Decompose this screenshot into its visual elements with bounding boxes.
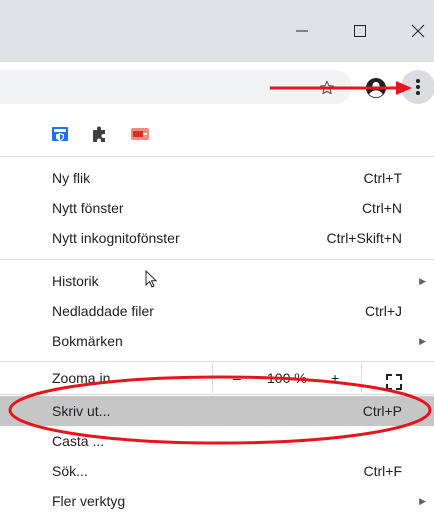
close-icon[interactable]	[398, 14, 434, 48]
vertical-dots-icon[interactable]	[401, 70, 434, 104]
menu-item-shortcut: Ctrl+P	[362, 403, 402, 419]
star-icon[interactable]	[316, 77, 338, 99]
maximize-icon[interactable]	[340, 14, 380, 48]
submenu-arrow-icon: ▶	[419, 276, 426, 286]
menu-item-label: Fler verktyg	[52, 493, 126, 509]
menu-item-shortcut: Ctrl+N	[361, 200, 402, 216]
shield-extension-icon[interactable]	[50, 124, 70, 144]
menu-item-new-window[interactable]: Nytt fönster Ctrl+N	[0, 193, 434, 223]
menu-item-zoom: Zooma in – 100 % +	[0, 363, 434, 393]
menu-item-print[interactable]: Skriv ut... Ctrl+P	[0, 396, 434, 426]
menu-item-label: Nytt fönster	[52, 200, 124, 216]
menu-item-more-tools[interactable]: Fler verktyg ▶	[0, 486, 434, 516]
submenu-arrow-icon: ▶	[419, 496, 426, 506]
menu-item-downloads[interactable]: Nedladdade filer Ctrl+J	[0, 296, 434, 326]
menu-item-label: Casta ...	[52, 433, 105, 449]
address-bar[interactable]	[0, 70, 352, 104]
puzzle-extension-icon[interactable]	[90, 124, 110, 144]
menu-separator	[0, 394, 434, 395]
mouse-cursor-icon	[145, 269, 158, 288]
menu-item-label: Zooma in	[52, 370, 111, 386]
pdf-extension-icon[interactable]	[130, 124, 150, 144]
menu-item-label: Bokmärken	[52, 333, 123, 349]
menu-item-new-tab[interactable]: Ny flik Ctrl+T	[0, 163, 434, 193]
menu-item-shortcut: Ctrl+F	[363, 463, 403, 479]
window-titlebar	[0, 0, 434, 62]
chrome-main-menu: Ny flik Ctrl+T Nytt fönster Ctrl+N Nytt …	[0, 156, 434, 510]
menu-item-label: Skriv ut...	[52, 403, 111, 419]
menu-item-label: Ny flik	[52, 170, 91, 186]
minimize-icon[interactable]	[282, 14, 322, 48]
menu-item-cast[interactable]: Casta ...	[0, 426, 434, 456]
menu-item-shortcut: Ctrl+T	[363, 170, 403, 186]
menu-separator	[0, 259, 434, 260]
zoom-controls: – 100 % +	[212, 363, 362, 393]
menu-item-new-incognito[interactable]: Nytt inkognitofönster Ctrl+Skift+N	[0, 223, 434, 253]
extensions-row	[0, 112, 434, 156]
zoom-in-button[interactable]: +	[331, 363, 339, 393]
menu-item-shortcut: Ctrl+Skift+N	[326, 230, 402, 246]
menu-item-label: Nytt inkognitofönster	[52, 230, 180, 246]
zoom-out-button[interactable]: –	[233, 363, 241, 393]
menu-item-shortcut: Ctrl+J	[365, 303, 402, 319]
menu-item-find[interactable]: Sök... Ctrl+F	[0, 456, 434, 486]
menu-item-history[interactable]: Historik ▶	[0, 266, 434, 296]
browser-toolbar	[0, 62, 434, 112]
profile-icon[interactable]	[364, 76, 388, 100]
menu-item-label: Historik	[52, 273, 99, 289]
menu-item-bookmarks[interactable]: Bokmärken ▶	[0, 326, 434, 356]
menu-item-label: Nedladdade filer	[52, 303, 154, 319]
menu-item-label: Sök...	[52, 463, 88, 479]
menu-separator	[0, 361, 434, 362]
submenu-arrow-icon: ▶	[419, 336, 426, 346]
fullscreen-icon[interactable]	[386, 370, 402, 390]
zoom-level: 100 %	[267, 370, 307, 386]
